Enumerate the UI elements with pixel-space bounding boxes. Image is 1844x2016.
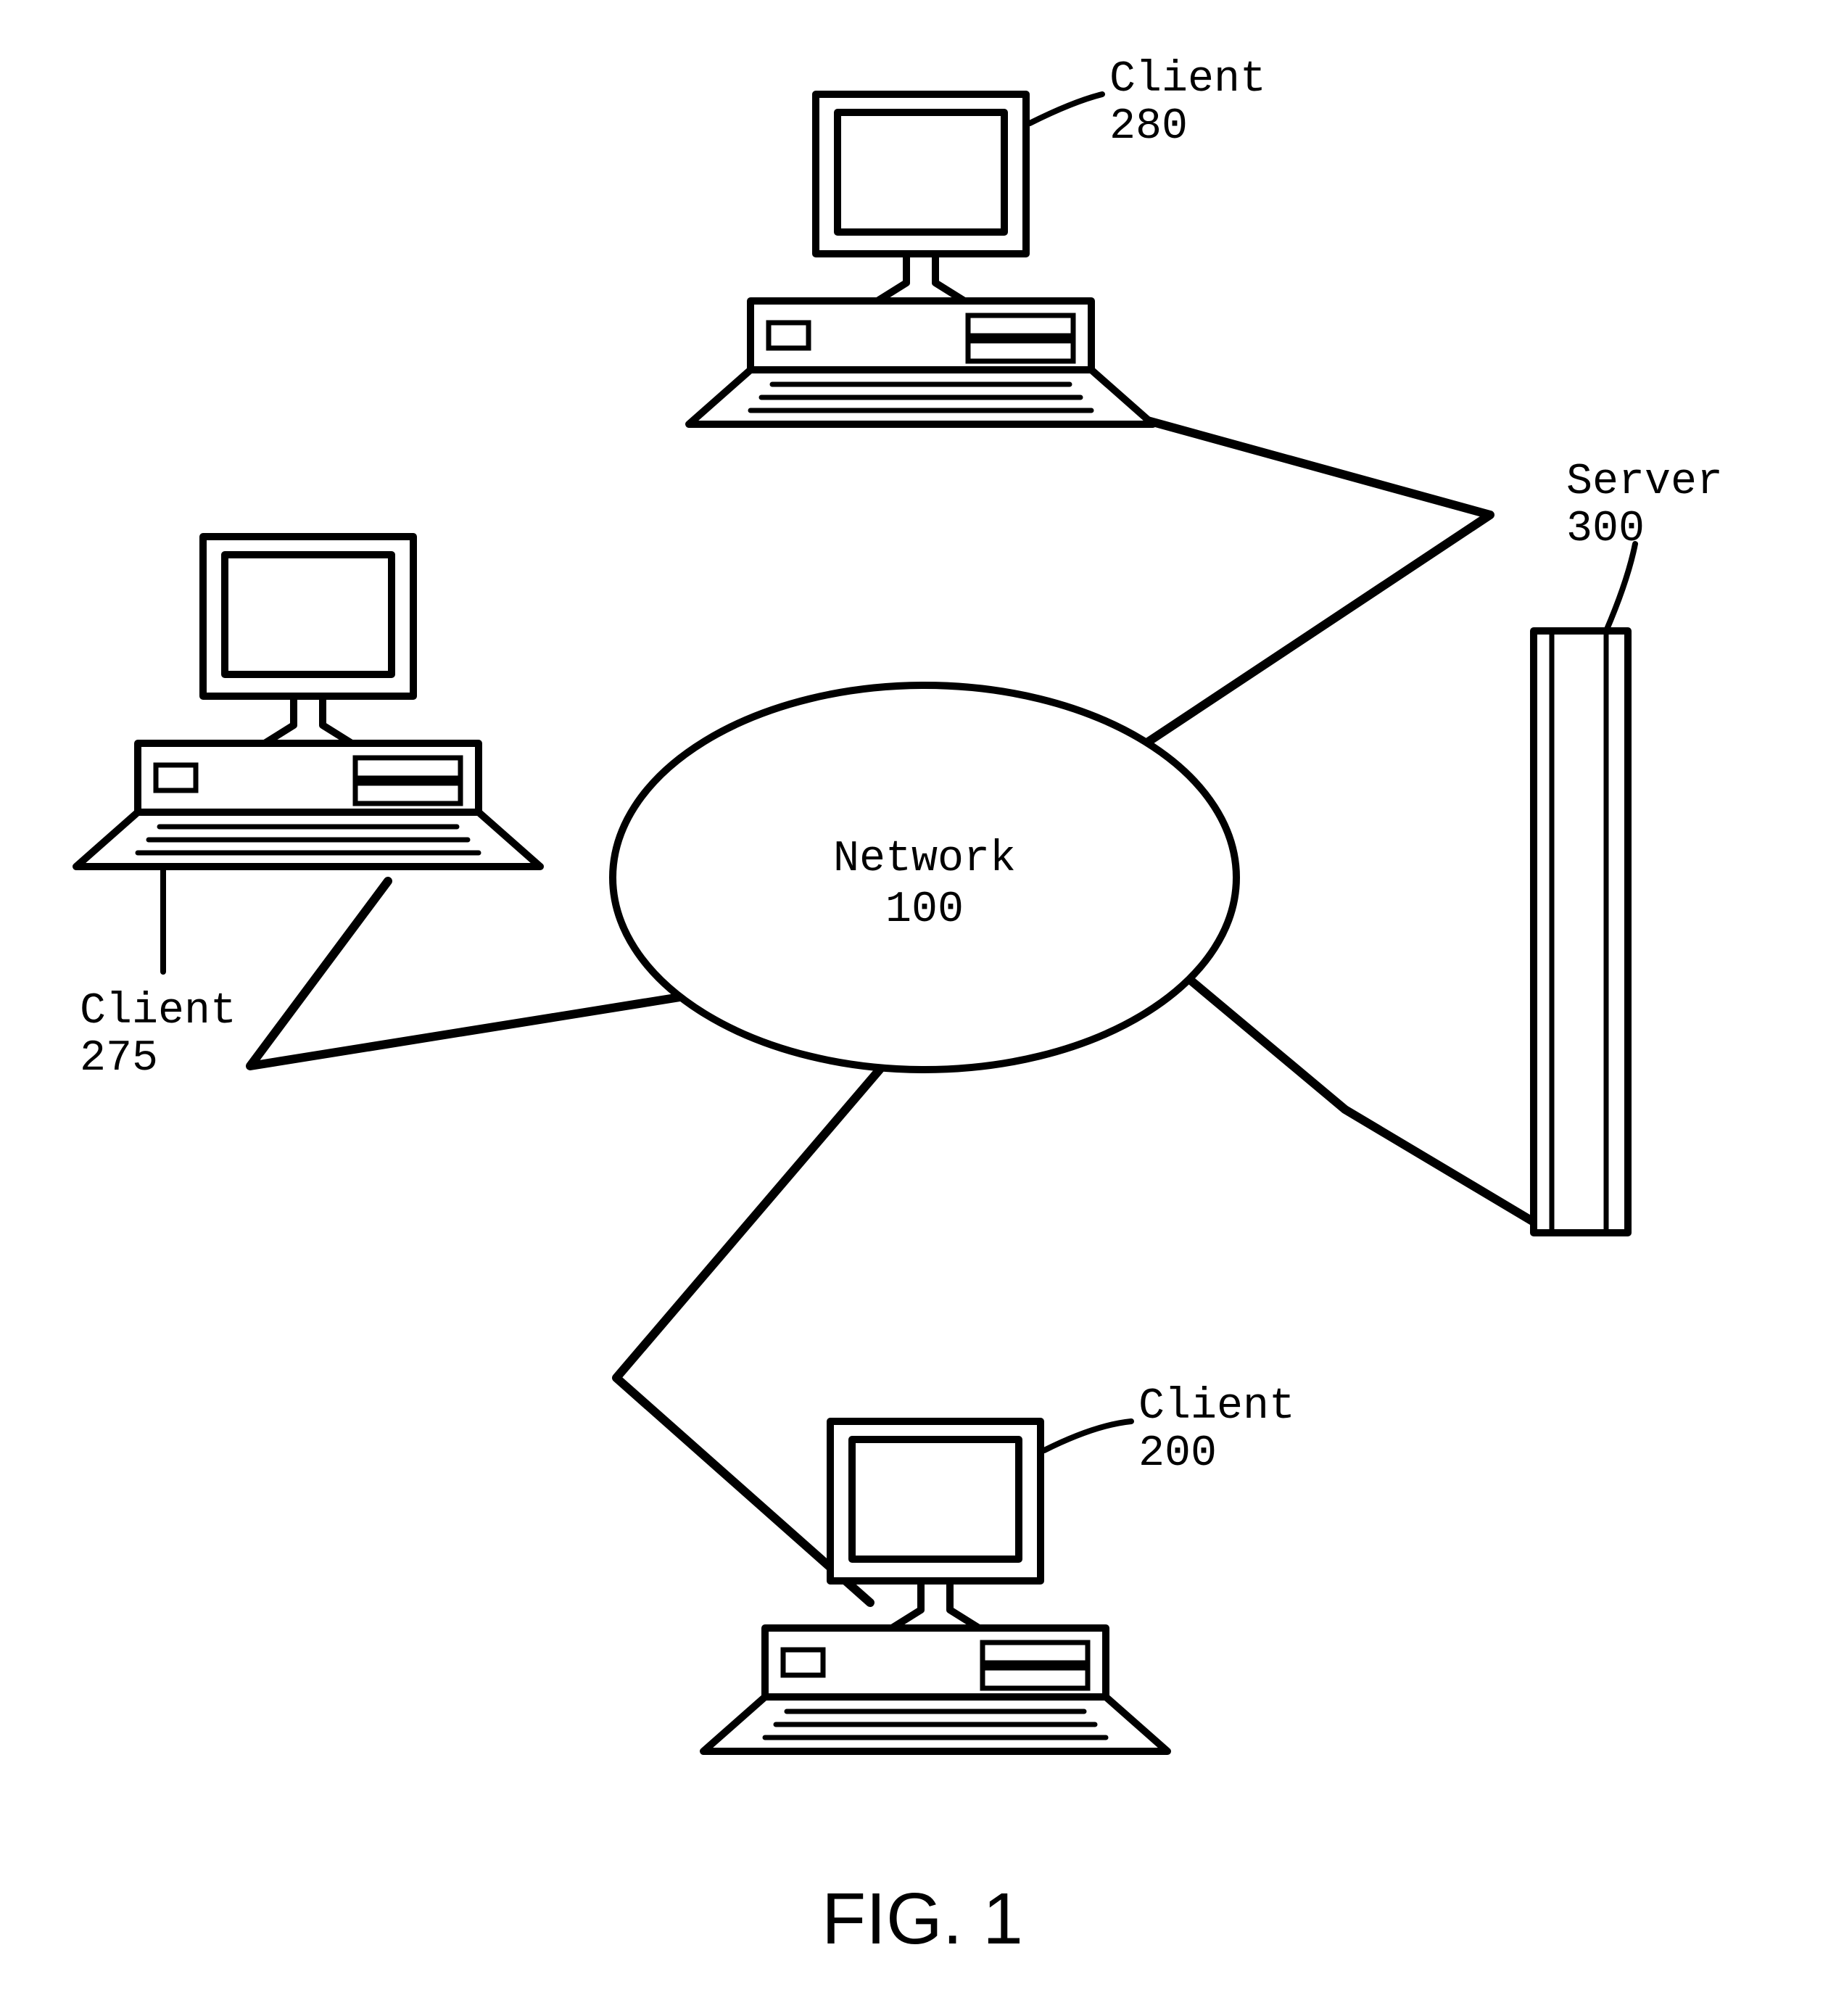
client-275-title: Client: [80, 987, 236, 1036]
client-200-title: Client: [1138, 1382, 1295, 1432]
client-200-ref: 200: [1138, 1429, 1217, 1479]
client-275-node: [76, 537, 540, 867]
network-ref: 100: [885, 885, 964, 935]
server-title: Server: [1566, 458, 1723, 507]
network-title: Network: [833, 835, 1016, 884]
leader-client-280: [1030, 94, 1102, 123]
client-280-ref: 280: [1109, 102, 1188, 152]
network-node: Network 100: [613, 685, 1236, 1070]
leader-client-200: [1044, 1421, 1131, 1450]
server-node: Server 300: [1534, 458, 1723, 1233]
client-280-node: [689, 94, 1153, 424]
client-275-ref: 275: [80, 1034, 158, 1083]
connection-server-300: [1146, 943, 1537, 1224]
client-200-node: [703, 1421, 1167, 1751]
connection-client-280: [1095, 406, 1490, 772]
network-diagram: Network 100 Server 300: [0, 0, 1844, 2016]
client-280-title: Client: [1109, 55, 1266, 104]
server-ref: 300: [1566, 505, 1645, 554]
figure-label: FIG. 1: [822, 1878, 1023, 1959]
